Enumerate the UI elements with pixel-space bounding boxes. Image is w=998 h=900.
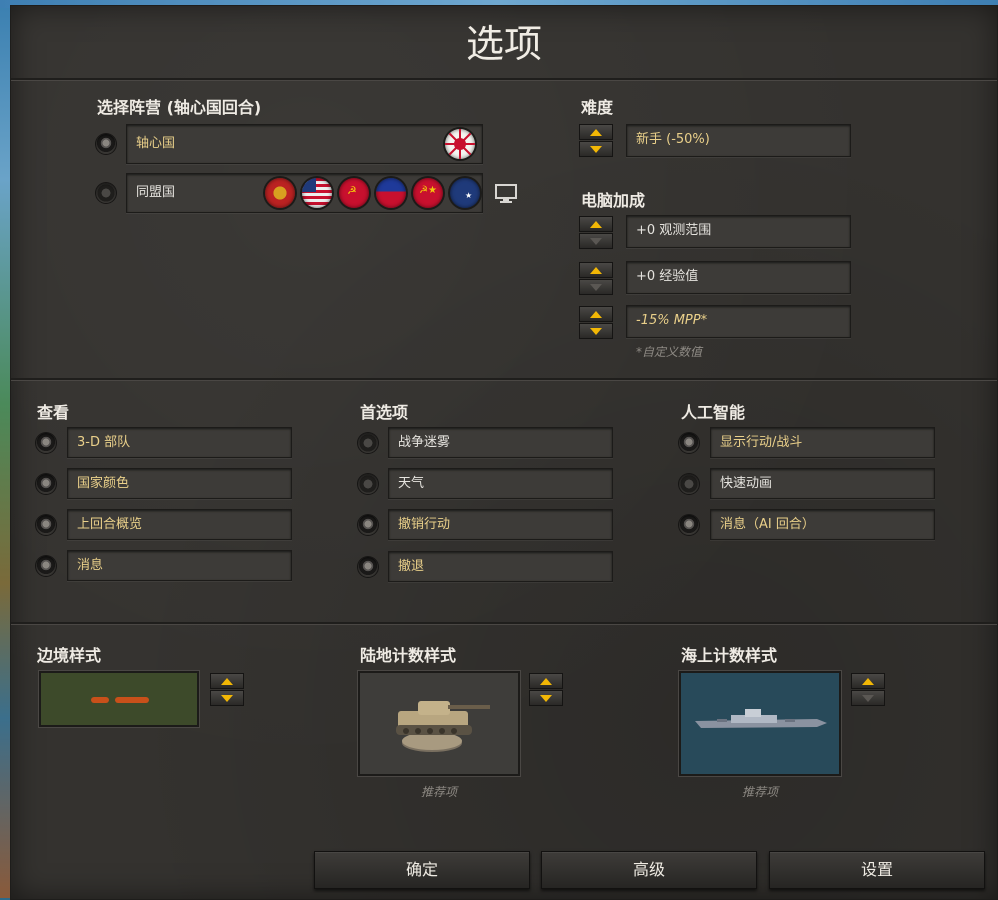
sea-style-down-button[interactable] — [851, 690, 885, 706]
radio-messages[interactable] — [36, 556, 56, 576]
land-style-up-button[interactable] — [529, 673, 563, 689]
ussr-flag-icon: ☭ — [339, 178, 369, 208]
prefs-heading: 首选项 — [360, 403, 409, 422]
prefs-undo-move[interactable]: 撤销行动 — [388, 509, 613, 540]
japan-flag-icon — [445, 129, 475, 159]
ai-messages[interactable]: 消息（AI 回合） — [710, 509, 935, 540]
radio-fog-of-war[interactable] — [358, 433, 378, 453]
ok-button[interactable]: 确定 — [314, 851, 530, 889]
radio-retreat[interactable] — [358, 557, 378, 577]
sea-style-preview — [679, 671, 841, 776]
difficulty-up-button[interactable] — [579, 124, 613, 140]
radio-weather[interactable] — [358, 474, 378, 494]
spotting-down-button[interactable] — [579, 233, 613, 249]
prefs-fog-of-war[interactable]: 战争迷雾 — [388, 427, 613, 458]
dialog-title: 选项 — [465, 22, 542, 66]
border-style-down-button[interactable] — [210, 690, 244, 706]
custom-value-note: *自定义数值 — [636, 345, 703, 359]
prefs-weather[interactable]: 天气 — [388, 468, 613, 499]
view-3d-units[interactable]: 3-D 部队 — [67, 427, 292, 458]
ai-bonus-spotting-spinner[interactable] — [579, 216, 613, 249]
china-flag-icon — [376, 178, 406, 208]
difficulty-heading: 难度 — [581, 98, 614, 117]
ai-bonus-heading: 电脑加成 — [581, 191, 646, 210]
experience-down-button[interactable] — [579, 279, 613, 295]
land-style-preview — [358, 671, 520, 776]
ai-bonus-experience: +0 经验值 — [626, 261, 851, 294]
border-style-heading: 边境样式 — [37, 646, 102, 665]
mongolia-flag-icon — [265, 178, 295, 208]
faction-allies-row[interactable]: 同盟国 ☭ ☭★ ★ — [126, 173, 483, 213]
radio-axis[interactable] — [96, 134, 116, 154]
mpp-up-button[interactable] — [579, 306, 613, 322]
divider — [11, 78, 997, 81]
ai-fast-animation[interactable]: 快速动画 — [710, 468, 935, 499]
battleship-icon — [695, 709, 827, 728]
radio-last-turn-summary[interactable] — [36, 515, 56, 535]
ai-bonus-mpp: -15% MPP* — [626, 305, 851, 338]
radio-allies[interactable] — [96, 183, 116, 203]
land-style-recommended: 推荐项 — [420, 785, 457, 799]
faction-axis-label: 轴心国 — [136, 136, 176, 151]
radio-ai-messages[interactable] — [679, 515, 699, 535]
ai-show-moves[interactable]: 显示行动/战斗 — [710, 427, 935, 458]
sea-style-up-button[interactable] — [851, 673, 885, 689]
divider — [11, 378, 997, 381]
australia-flag-icon: ★ — [450, 178, 480, 208]
radio-3d-units[interactable] — [36, 433, 56, 453]
mpp-down-button[interactable] — [579, 323, 613, 339]
land-style-heading: 陆地计数样式 — [360, 646, 457, 665]
faction-axis-row[interactable]: 轴心国 — [126, 124, 483, 164]
view-last-turn-summary[interactable]: 上回合概览 — [67, 509, 292, 540]
faction-allies-label: 同盟国 — [136, 185, 176, 200]
tank-icon — [396, 701, 490, 752]
view-heading: 查看 — [37, 403, 70, 422]
advanced-button[interactable]: 高级 — [541, 851, 757, 889]
land-style-down-button[interactable] — [529, 690, 563, 706]
radio-national-colors[interactable] — [36, 474, 56, 494]
spotting-up-button[interactable] — [579, 216, 613, 232]
computer-icon[interactable] — [495, 184, 517, 208]
divider — [11, 622, 997, 625]
options-dialog: 选项 选择阵营 (轴心国回合) 轴心国 同盟国 ☭ ☭★ ★ 难度 新手 (-5… — [10, 5, 998, 900]
view-national-colors[interactable]: 国家颜色 — [67, 468, 292, 499]
view-messages[interactable]: 消息 — [67, 550, 292, 581]
radio-undo-move[interactable] — [358, 515, 378, 535]
difficulty-value: 新手 (-50%) — [626, 124, 851, 157]
sea-style-recommended: 推荐项 — [741, 785, 778, 799]
china-communist-flag-icon: ☭★ — [413, 178, 443, 208]
sea-style-spinner[interactable] — [851, 673, 885, 706]
radio-fast-animation[interactable] — [679, 474, 699, 494]
border-style-up-button[interactable] — [210, 673, 244, 689]
land-style-spinner[interactable] — [529, 673, 563, 706]
experience-up-button[interactable] — [579, 262, 613, 278]
ai-heading: 人工智能 — [681, 403, 746, 422]
radio-show-moves[interactable] — [679, 433, 699, 453]
faction-heading: 选择阵营 (轴心国回合) — [97, 98, 262, 117]
ai-bonus-experience-spinner[interactable] — [579, 262, 613, 295]
settings-button[interactable]: 设置 — [769, 851, 985, 889]
border-style-spinner[interactable] — [210, 673, 244, 706]
ai-bonus-mpp-spinner[interactable] — [579, 306, 613, 339]
difficulty-spinner[interactable] — [579, 124, 613, 157]
prefs-retreat[interactable]: 撤退 — [388, 551, 613, 582]
difficulty-down-button[interactable] — [579, 141, 613, 157]
usa-flag-icon — [302, 178, 332, 208]
ai-bonus-spotting: +0 观测范围 — [626, 215, 851, 248]
border-style-preview — [39, 671, 199, 727]
sea-style-heading: 海上计数样式 — [681, 646, 778, 665]
